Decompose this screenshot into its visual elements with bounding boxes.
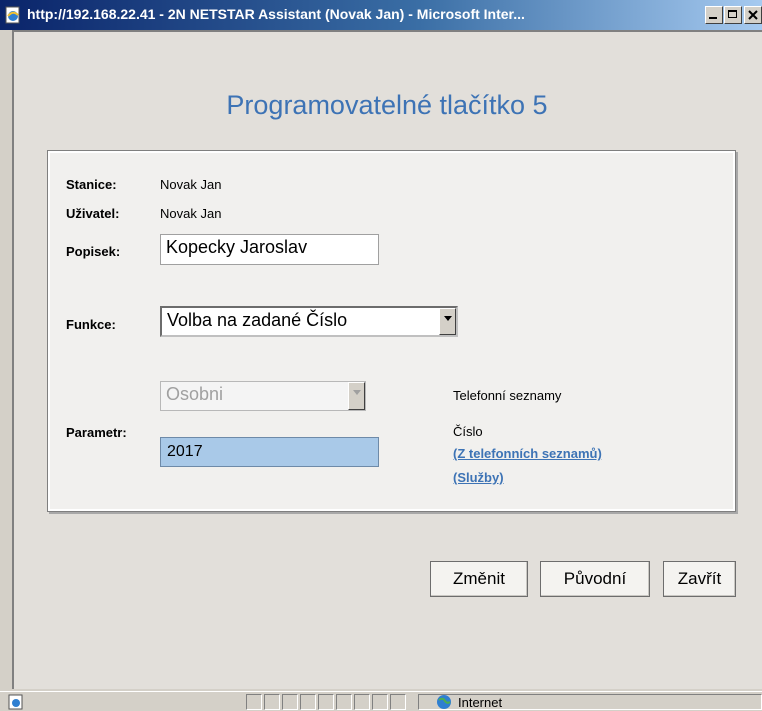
funkce-label: Funkce: (66, 317, 116, 332)
status-bar: Internet (0, 691, 762, 711)
status-cell (246, 694, 262, 710)
minimize-icon (709, 17, 717, 19)
close-button[interactable]: Zavřít (663, 561, 736, 597)
page-status-icon (8, 694, 23, 710)
original-button[interactable]: Původní (540, 561, 650, 597)
status-cell (390, 694, 406, 710)
status-cell (300, 694, 316, 710)
minimize-button[interactable] (705, 6, 723, 24)
status-cell (264, 694, 280, 710)
window-title: http://192.168.22.41 - 2N NETSTAR Assist… (27, 6, 525, 22)
parametr-label: Parametr: (66, 425, 127, 440)
change-button[interactable]: Změnit (430, 561, 528, 597)
uzivatel-label: Uživatel: (66, 206, 120, 221)
page-title: Programovatelné tlačítko 5 (226, 90, 548, 120)
ie-page-icon (5, 6, 20, 24)
status-cell (354, 694, 370, 710)
popisek-input[interactable]: Kopecky Jaroslav (160, 234, 379, 265)
funkce-selected-value: Volba na zadané Číslo (167, 310, 348, 330)
globe-icon (437, 695, 451, 709)
status-cell (318, 694, 334, 710)
phonebook-selected-value: Osobni (166, 384, 224, 404)
chevron-down-icon[interactable] (439, 308, 456, 335)
services-link[interactable]: (Služby) (453, 470, 504, 485)
number-label: Číslo (453, 424, 483, 439)
close-window-button[interactable] (744, 6, 762, 24)
phonebook-select[interactable]: Osobni (160, 381, 366, 411)
stanice-label: Stanice: (66, 177, 117, 192)
chevron-down-icon[interactable] (348, 382, 365, 410)
from-phonebooks-link[interactable]: (Z telefonních seznamů) (453, 446, 602, 461)
phonebooks-label: Telefonní seznamy (453, 388, 562, 403)
status-cell (282, 694, 298, 710)
window-titlebar[interactable]: http://192.168.22.41 - 2N NETSTAR Assist… (0, 0, 762, 30)
funkce-select[interactable]: Volba na zadané Číslo (160, 306, 458, 337)
stanice-value: Novak Jan (160, 177, 222, 192)
number-input[interactable]: 2017 (160, 437, 379, 467)
popisek-label: Popisek: (66, 244, 121, 259)
zone-label: Internet (458, 695, 503, 710)
maximize-icon (728, 10, 737, 18)
maximize-button[interactable] (724, 6, 742, 24)
uzivatel-value: Novak Jan (160, 206, 222, 221)
status-cell (336, 694, 352, 710)
close-icon (748, 10, 758, 20)
status-cell (372, 694, 388, 710)
